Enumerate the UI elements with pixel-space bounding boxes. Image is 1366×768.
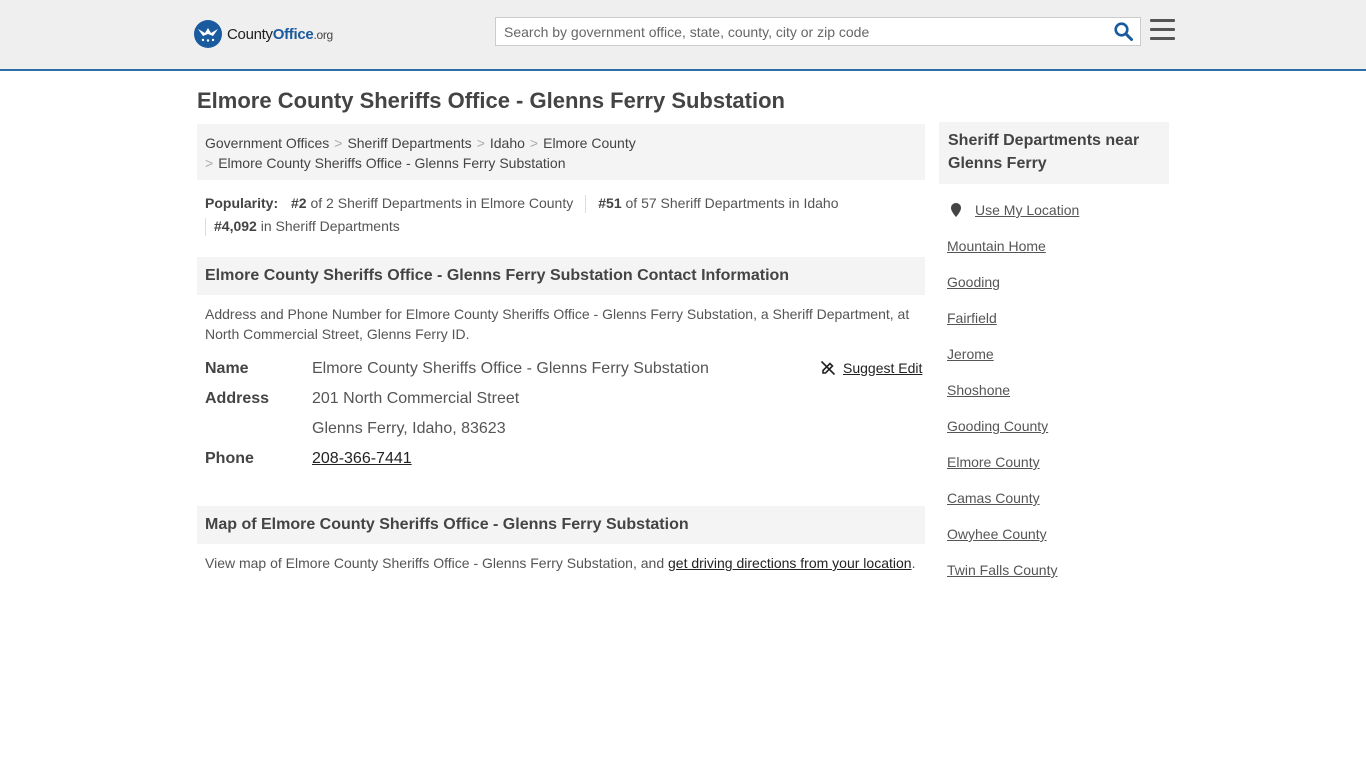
search-input[interactable] [496, 18, 1106, 45]
site-header: CountyOffice.org [0, 0, 1366, 71]
map-heading: Map of Elmore County Sheriffs Office - G… [197, 506, 925, 544]
sidebar-item-owyhee-county[interactable]: Owyhee County [947, 526, 1047, 542]
contact-heading: Elmore County Sheriffs Office - Glenns F… [197, 257, 925, 295]
phone-link[interactable]: 208-366-7441 [312, 449, 412, 469]
eagle-logo-icon [194, 20, 222, 48]
popularity-rank: #51 [598, 195, 622, 211]
popularity-divider [205, 218, 206, 237]
name-label: Name [205, 360, 249, 377]
search-icon [1113, 22, 1133, 41]
sidebar-item-gooding-county[interactable]: Gooding County [947, 418, 1048, 434]
name-value: Elmore County Sheriffs Office - Glenns F… [312, 360, 709, 377]
popularity-text: in Sheriff Departments [260, 218, 400, 234]
site-logo-link[interactable]: CountyOffice.org [194, 20, 333, 48]
sidebar-item-fairfield[interactable]: Fairfield [947, 310, 997, 326]
popularity-section: Popularity: #2 of 2 Sheriff Departments … [205, 192, 925, 238]
logo-wordmark: CountyOffice.org [227, 26, 333, 43]
popularity-label: Popularity: [205, 195, 279, 211]
popularity-rank: #2 [291, 195, 307, 211]
driving-directions-link[interactable]: get driving directions from your locatio… [668, 555, 912, 571]
contact-description: Address and Phone Number for Elmore Coun… [205, 306, 910, 342]
map-text-end: . [911, 555, 916, 571]
phone-label: Phone [205, 450, 254, 467]
search-bar [495, 17, 1141, 46]
breadcrumb-separator: > [529, 135, 539, 151]
popularity-text: of 57 Sheriff Departments in Idaho [625, 195, 839, 211]
logo-highlight: Office [272, 25, 314, 43]
breadcrumb-idaho[interactable]: Idaho [490, 135, 525, 151]
map-pin-icon [951, 203, 961, 217]
use-my-location-link[interactable]: Use My Location [947, 202, 1079, 218]
address-line1: 201 North Commercial Street [312, 390, 520, 407]
popularity-divider [585, 195, 587, 214]
sidebar-item-jerome[interactable]: Jerome [947, 346, 994, 362]
hamburger-menu-icon[interactable] [1150, 19, 1175, 43]
sidebar-item-twin-falls-county[interactable]: Twin Falls County [947, 562, 1057, 578]
breadcrumb-separator: > [205, 155, 214, 171]
sidebar-item-camas-county[interactable]: Camas County [947, 490, 1040, 506]
search-button[interactable] [1106, 18, 1140, 45]
popularity-item: #2 of 2 Sheriff Departments in Elmore Co… [291, 192, 573, 215]
map-text: View map of Elmore County Sheriffs Offic… [205, 555, 668, 571]
suggest-edit-label: Suggest Edit [843, 360, 923, 376]
sidebar-item-shoshone[interactable]: Shoshone [947, 382, 1010, 398]
breadcrumb-current[interactable]: Elmore County Sheriffs Office - Glenns F… [218, 155, 565, 171]
popularity-item: #4,092 in Sheriff Departments [214, 215, 400, 238]
sidebar-heading: Sheriff Departments near Glenns Ferry [939, 122, 1169, 184]
breadcrumb-separator: > [334, 135, 343, 151]
sidebar-item-elmore-county[interactable]: Elmore County [947, 454, 1040, 470]
breadcrumb-separator: > [476, 135, 485, 151]
breadcrumb-elmore-county[interactable]: Elmore County [543, 135, 636, 151]
logo-prefix: County [227, 25, 273, 43]
breadcrumb-government-offices[interactable]: Government Offices [205, 135, 329, 151]
address-label: Address [205, 390, 270, 407]
page-title: Elmore County Sheriffs Office - Glenns F… [197, 88, 785, 113]
address-line2: Glenns Ferry, Idaho, 83623 [312, 420, 506, 437]
breadcrumb-sheriff-departments[interactable]: Sheriff Departments [347, 135, 471, 151]
popularity-text: of 2 Sheriff Departments in Elmore Count… [310, 195, 574, 211]
sidebar-item-gooding[interactable]: Gooding [947, 274, 1000, 290]
suggest-edit-link[interactable]: Suggest Edit [820, 360, 922, 376]
sidebar-item-mountain-home[interactable]: Mountain Home [947, 238, 1046, 254]
use-my-location-label: Use My Location [975, 202, 1080, 218]
breadcrumb: Government Offices > Sheriff Departments > I… [197, 124, 925, 180]
popularity-item: #51 of 57 Sheriff Departments in Idaho [598, 192, 838, 215]
logo-suffix: .org [313, 27, 333, 42]
edit-off-icon [820, 360, 836, 376]
popularity-rank: #4,092 [214, 218, 257, 234]
map-description: View map of Elmore County Sheriffs Offic… [205, 553, 920, 573]
